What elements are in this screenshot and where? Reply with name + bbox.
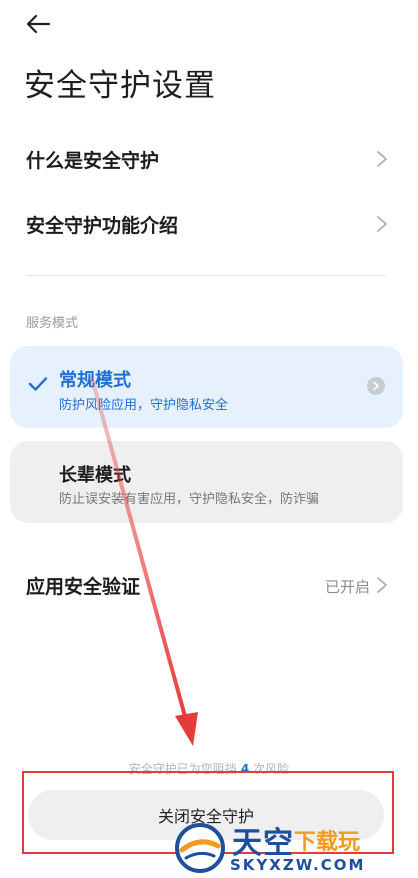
watermark-accent: 下载玩 (294, 830, 361, 855)
mode-card-elder[interactable]: 长辈模式 防止误安装有害应用，守护隐私安全，防诈骗 (10, 441, 403, 523)
mode-title: 长辈模式 (59, 465, 131, 486)
guard-features-row[interactable]: 安全守护功能介绍 (0, 193, 418, 255)
divider (26, 275, 386, 276)
mode-card-normal[interactable]: 常规模式 防护风险应用，守护隐私安全 (10, 346, 403, 428)
mode-subtitle: 防护风险应用，守护隐私安全 (59, 398, 229, 413)
mode-title: 常规模式 (59, 370, 131, 391)
chevron-right-icon (377, 577, 387, 593)
mode-detail-icon[interactable] (367, 377, 385, 395)
back-button[interactable] (20, 8, 56, 40)
app-verify-row[interactable]: 应用安全验证 已开启 (0, 556, 418, 614)
app-verify-status: 已开启 (324, 578, 370, 596)
service-mode-section-label: 服务模式 (26, 316, 79, 331)
page-title: 安全守护设置 (24, 68, 216, 104)
back-arrow-icon (26, 14, 51, 34)
app-verify-label: 应用安全验证 (26, 576, 141, 598)
chevron-right-icon (373, 381, 379, 391)
checkmark-icon (28, 377, 48, 391)
chevron-right-icon (377, 151, 387, 167)
what-is-guard-label: 什么是安全守护 (26, 149, 160, 172)
watermark-logo: 天空 下载玩 SKYXZW.COM (170, 818, 414, 876)
chevron-right-icon (377, 216, 387, 232)
watermark-sub: SKYXZW.COM (230, 856, 366, 874)
what-is-guard-row[interactable]: 什么是安全守护 (0, 128, 418, 190)
guard-features-label: 安全守护功能介绍 (26, 214, 179, 237)
watermark-globe-icon (175, 823, 225, 873)
mode-subtitle: 防止误安装有害应用，守护隐私安全，防诈骗 (59, 492, 320, 507)
